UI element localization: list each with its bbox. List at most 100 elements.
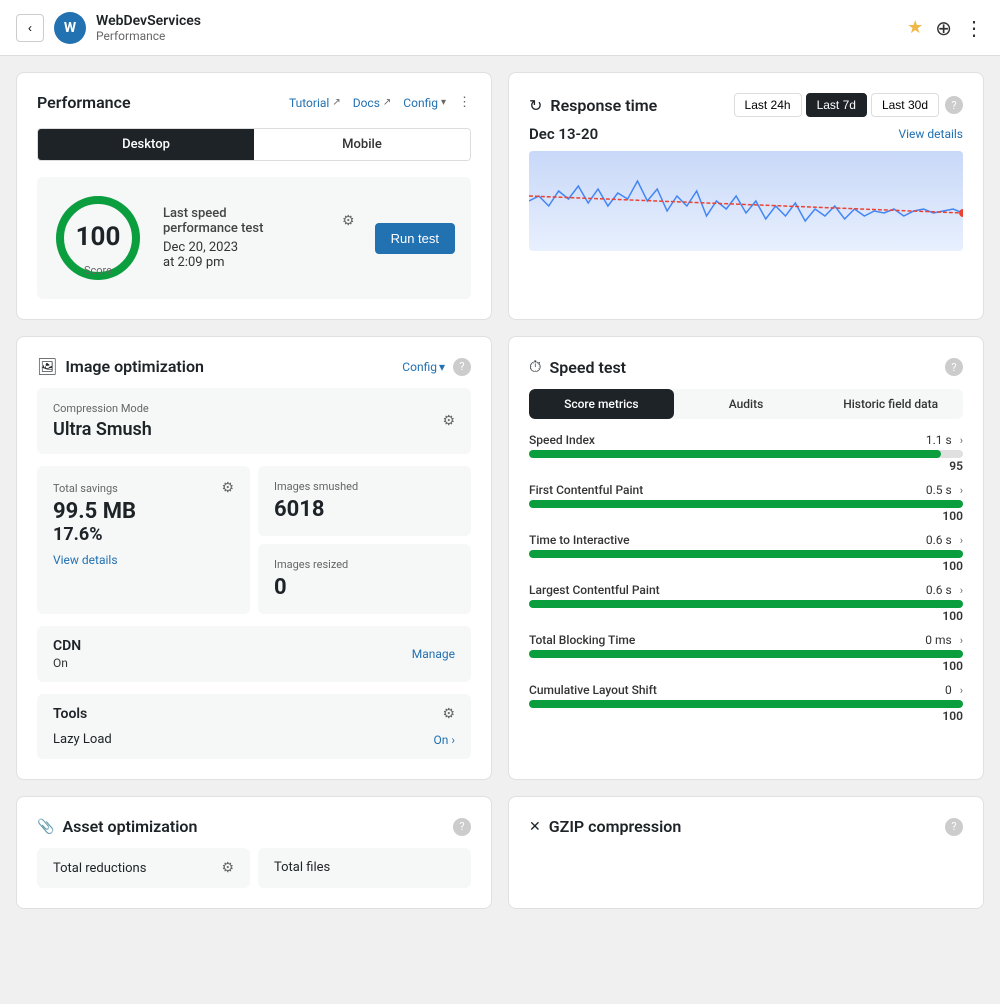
- time-filter-group: Last 24h Last 7d Last 30d: [734, 93, 939, 117]
- tab-score-metrics[interactable]: Score metrics: [529, 389, 674, 419]
- metric-time: 0: [945, 683, 952, 697]
- total-savings-box: Total savings ⚙ 99.5 MB 17.6% View detai…: [37, 466, 250, 614]
- tab-audits[interactable]: Audits: [674, 389, 819, 419]
- asset-help-icon[interactable]: ?: [453, 818, 471, 836]
- speed-tab-group: Score metrics Audits Historic field data: [529, 389, 963, 419]
- tab-desktop[interactable]: Desktop: [38, 129, 254, 160]
- metric-name: Total Blocking Time: [529, 633, 635, 647]
- gzip-title: GZIP compression: [549, 817, 682, 836]
- performance-more-icon[interactable]: ⋮: [458, 95, 471, 110]
- metric-score: 95: [529, 459, 963, 473]
- metric-arrow[interactable]: ›: [960, 684, 963, 697]
- tutorial-link[interactable]: Tutorial ↗: [289, 96, 341, 110]
- images-smushed-label: Images smushed: [274, 480, 455, 493]
- asset-stats: Total reductions ⚙ Total files: [37, 848, 471, 888]
- cdn-manage-link[interactable]: Manage: [412, 647, 455, 661]
- docs-link[interactable]: Docs ↗: [353, 96, 392, 110]
- image-icon: 🖼: [37, 357, 57, 376]
- metric-time: 0.5 s: [926, 483, 952, 497]
- header-left: ‹ W WebDevServices Performance: [16, 12, 201, 44]
- compression-settings-icon[interactable]: ⚙: [442, 413, 455, 429]
- metric-score: 100: [529, 559, 963, 573]
- more-options-icon[interactable]: ⋮: [964, 16, 984, 40]
- metric-right: 0 ›: [945, 683, 963, 697]
- metric-name: Speed Index: [529, 433, 595, 447]
- view-details-link[interactable]: View details: [898, 127, 963, 141]
- external-icon: ↗: [332, 97, 340, 108]
- images-resized-label: Images resized: [274, 558, 455, 571]
- metric-time: 1.1 s: [926, 433, 952, 447]
- score-info-header: Last speed performance test ⚙: [163, 206, 355, 236]
- tab-mobile[interactable]: Mobile: [254, 129, 470, 160]
- metric-score: 100: [529, 509, 963, 523]
- metric-time: 0.6 s: [926, 533, 952, 547]
- image-config-link[interactable]: Config ▾: [402, 360, 445, 374]
- metrics-list: Speed Index 1.1 s › 95 First Contentful …: [529, 433, 963, 723]
- image-optimization-card: 🖼 Image optimization Config ▾ ? Compress…: [16, 336, 492, 780]
- filter-30d-button[interactable]: Last 30d: [871, 93, 939, 117]
- images-resized-box: Images resized 0: [258, 544, 471, 614]
- metric-bar: [529, 700, 963, 708]
- star-icon[interactable]: ★: [907, 17, 923, 38]
- metric-arrow[interactable]: ›: [960, 484, 963, 497]
- metric-right: 1.1 s ›: [926, 433, 963, 447]
- lazy-load-row: Lazy Load On ›: [53, 732, 455, 747]
- images-smushed-value: 6018: [274, 497, 455, 522]
- performance-card-header: Performance Tutorial ↗ Docs ↗ Config ▾ ⋮: [37, 93, 471, 112]
- metric-arrow[interactable]: ›: [960, 434, 963, 447]
- metric-bar-bg: [529, 700, 963, 708]
- cdn-box: CDN On Manage: [37, 626, 471, 682]
- asset-title-area: 📎 Asset optimization: [37, 817, 197, 836]
- lazy-load-status[interactable]: On ›: [434, 733, 455, 747]
- config-link[interactable]: Config ▾: [403, 96, 446, 110]
- metric-score: 100: [529, 709, 963, 723]
- score-number: 100: [76, 222, 121, 252]
- response-header: ↻ Response time Last 24h Last 7d Last 30…: [529, 93, 963, 117]
- metric-score: 100: [529, 609, 963, 623]
- last-speed-sub: performance test: [163, 221, 263, 236]
- metric-arrow[interactable]: ›: [960, 584, 963, 597]
- run-test-button[interactable]: Run test: [375, 223, 455, 254]
- total-reductions-label: Total reductions: [53, 861, 146, 876]
- tab-historic[interactable]: Historic field data: [818, 389, 963, 419]
- savings-settings-icon[interactable]: ⚙: [221, 480, 234, 496]
- tools-label: Tools: [53, 706, 87, 722]
- header-right: ★ ⊕ ⋮: [907, 16, 984, 40]
- site-name: WebDevServices: [96, 13, 201, 29]
- tools-box: Tools ⚙ Lazy Load On ›: [37, 694, 471, 759]
- metric-name: Cumulative Layout Shift: [529, 683, 657, 697]
- response-controls: Last 24h Last 7d Last 30d ?: [734, 93, 963, 117]
- metric-name: Time to Interactive: [529, 533, 630, 547]
- stats-grid: Total savings ⚙ 99.5 MB 17.6% View detai…: [37, 466, 471, 614]
- wordpress-icon[interactable]: ⊕: [935, 16, 952, 40]
- reductions-settings-icon[interactable]: ⚙: [221, 860, 234, 876]
- response-title-area: ↻ Response time: [529, 96, 657, 115]
- image-opt-title-area: 🖼 Image optimization: [37, 357, 204, 376]
- metric-arrow[interactable]: ›: [960, 634, 963, 647]
- view-details-link[interactable]: View details: [53, 553, 234, 567]
- tools-settings-icon[interactable]: ⚙: [442, 706, 455, 722]
- response-help-icon[interactable]: ?: [945, 96, 963, 114]
- chevron-icon: ▾: [439, 360, 445, 374]
- performance-card: Performance Tutorial ↗ Docs ↗ Config ▾ ⋮…: [16, 72, 492, 320]
- device-tab-switcher: Desktop Mobile: [37, 128, 471, 161]
- back-button[interactable]: ‹: [16, 14, 44, 42]
- filter-24h-button[interactable]: Last 24h: [734, 93, 802, 117]
- speed-test-card: ⏱ Speed test ? Score metrics Audits Hist…: [508, 336, 984, 780]
- metric-row: Total Blocking Time 0 ms › 100: [529, 633, 963, 673]
- score-section: 100 Score Last speed performance test ⚙ …: [37, 177, 471, 299]
- metric-arrow[interactable]: ›: [960, 534, 963, 547]
- last-speed-title: Last speed: [163, 206, 263, 221]
- score-settings-icon[interactable]: ⚙: [342, 213, 355, 229]
- metric-right: 0 ms ›: [925, 633, 963, 647]
- compression-info: Compression Mode Ultra Smush: [53, 402, 152, 440]
- compression-mode-label: Compression Mode: [53, 402, 152, 415]
- filter-7d-button[interactable]: Last 7d: [806, 93, 867, 117]
- image-help-icon[interactable]: ?: [453, 358, 471, 376]
- speed-help-icon[interactable]: ?: [945, 358, 963, 376]
- lazy-load-label: Lazy Load: [53, 732, 112, 747]
- metric-bar: [529, 600, 963, 608]
- metric-score: 100: [529, 659, 963, 673]
- metric-row: Time to Interactive 0.6 s › 100: [529, 533, 963, 573]
- gzip-help-icon[interactable]: ?: [945, 818, 963, 836]
